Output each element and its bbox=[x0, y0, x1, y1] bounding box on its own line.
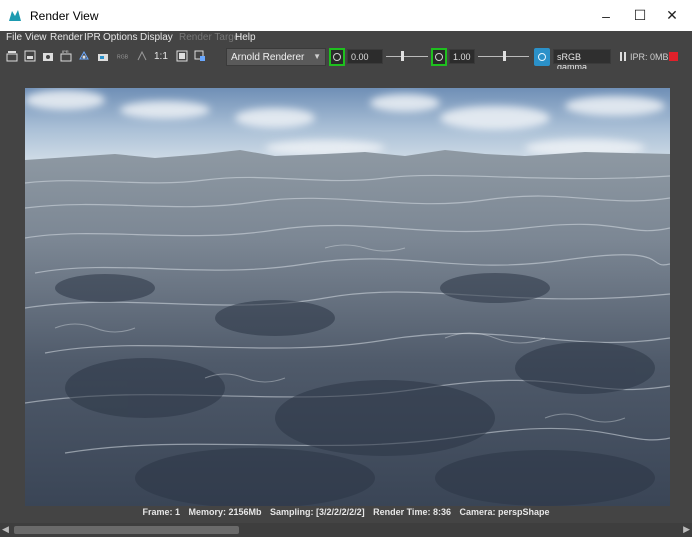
renderer-dropdown-label: Arnold Renderer bbox=[231, 52, 305, 63]
scrollbar-thumb[interactable] bbox=[14, 526, 239, 534]
menu-options[interactable]: Options bbox=[103, 32, 137, 43]
display-size-label[interactable]: 1:1 bbox=[154, 51, 168, 62]
maximize-button[interactable]: ☐ bbox=[624, 0, 656, 31]
gamma-slider-handle[interactable] bbox=[503, 51, 506, 61]
snapshot-icon[interactable] bbox=[42, 50, 54, 62]
svg-text:RGB: RGB bbox=[117, 55, 129, 61]
render-region-icon[interactable] bbox=[24, 50, 36, 62]
exposure-icon bbox=[333, 53, 341, 61]
chevron-down-icon: ▼ bbox=[313, 52, 321, 61]
frame-icon[interactable] bbox=[176, 50, 188, 62]
menu-bar: File View Render IPR Options Display Ren… bbox=[0, 31, 692, 45]
title-bar: Render View – ☐ ✕ bbox=[0, 0, 692, 31]
menu-file[interactable]: File bbox=[6, 32, 22, 43]
status-sampling: Sampling: [3/2/2/2/2/2] bbox=[270, 507, 365, 517]
renderer-dropdown[interactable]: Arnold Renderer ▼ bbox=[226, 48, 326, 66]
color-management-field[interactable]: sRGB gamma bbox=[553, 49, 611, 72]
menu-help[interactable]: Help bbox=[235, 32, 256, 43]
status-camera: Camera: perspShape bbox=[459, 507, 550, 517]
ipr-memory-label: IPR: 0MB bbox=[630, 52, 669, 62]
stop-icon[interactable] bbox=[669, 52, 678, 61]
menu-ipr[interactable]: IPR bbox=[84, 32, 101, 43]
alpha-icon[interactable] bbox=[136, 50, 148, 62]
color-management-icon[interactable] bbox=[534, 48, 550, 66]
settings-icon[interactable] bbox=[194, 50, 206, 62]
rendered-image bbox=[25, 88, 670, 506]
render-toolbar: IPR RGB 1:1 Arnold Renderer ▼ 0.00 1.00 … bbox=[0, 45, 692, 72]
keep-image-icon[interactable] bbox=[97, 50, 109, 62]
window-title: Render View bbox=[30, 9, 99, 23]
render-frame-icon[interactable] bbox=[6, 50, 18, 62]
exposure-toggle-button[interactable] bbox=[329, 48, 345, 66]
scroll-left-icon[interactable]: ◀ bbox=[2, 524, 9, 535]
menu-view[interactable]: View bbox=[25, 32, 47, 43]
rgb-channels-icon[interactable]: RGB bbox=[117, 50, 129, 62]
status-render-time: Render Time: 8:36 bbox=[373, 507, 451, 517]
scroll-right-icon[interactable]: ▶ bbox=[683, 524, 690, 535]
pause-icon[interactable] bbox=[620, 52, 626, 61]
gamma-icon bbox=[435, 53, 443, 61]
minimize-button[interactable]: – bbox=[590, 0, 622, 31]
menu-render-target: Render Target bbox=[179, 32, 243, 43]
status-memory: Memory: 2156Mb bbox=[188, 507, 262, 517]
exposure-slider-track[interactable] bbox=[386, 56, 428, 57]
status-frame: Frame: 1 bbox=[142, 507, 180, 517]
ipr-render-icon[interactable]: IPR bbox=[60, 50, 72, 62]
menu-display[interactable]: Display bbox=[140, 32, 173, 43]
menu-render[interactable]: Render bbox=[50, 32, 83, 43]
close-button[interactable]: ✕ bbox=[656, 0, 688, 31]
gamma-field[interactable]: 1.00 bbox=[449, 49, 475, 64]
horizontal-scrollbar[interactable]: ◀ ▶ bbox=[0, 523, 692, 537]
exposure-slider-handle[interactable] bbox=[401, 51, 404, 61]
refresh-icon[interactable] bbox=[78, 50, 90, 62]
render-status-bar: Frame: 1 Memory: 2156Mb Sampling: [3/2/2… bbox=[0, 507, 692, 521]
exposure-field[interactable]: 0.00 bbox=[347, 49, 383, 64]
svg-text:IPR: IPR bbox=[62, 50, 69, 54]
maya-app-icon bbox=[9, 10, 21, 21]
gamma-toggle-button[interactable] bbox=[431, 48, 447, 66]
